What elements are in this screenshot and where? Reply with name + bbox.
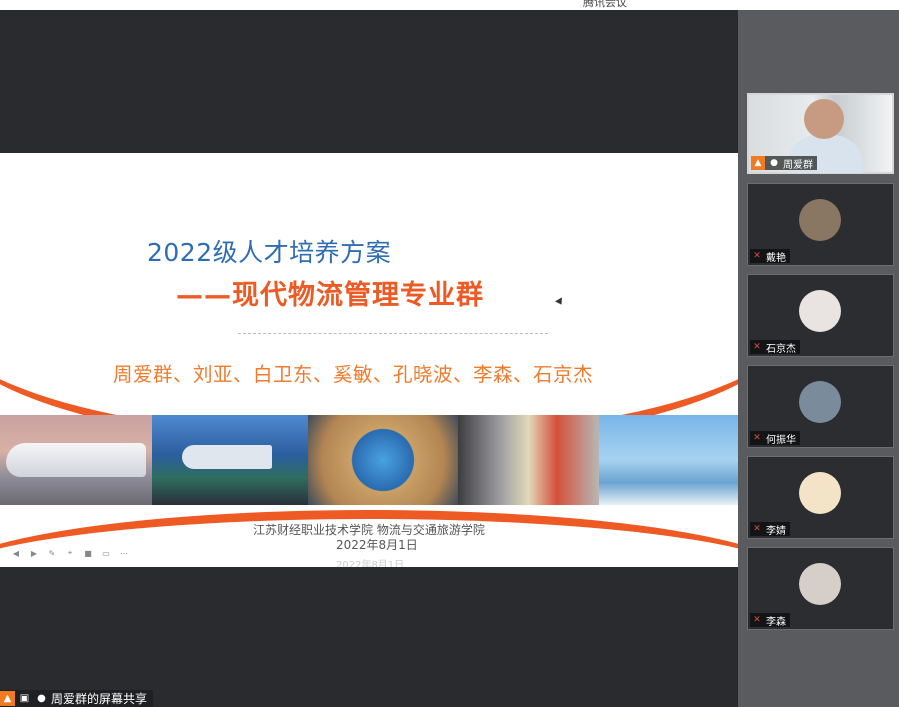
participant-name: 何振华 bbox=[766, 434, 796, 446]
mic-muted-icon: ✕ bbox=[753, 615, 761, 625]
prev-icon[interactable]: ◀ bbox=[10, 548, 22, 558]
participant-tile[interactable]: ✕ 李婧 bbox=[747, 456, 894, 539]
subtitle-icon[interactable]: ▭ bbox=[100, 548, 112, 558]
screen-share-icon: ▣ bbox=[19, 693, 30, 704]
screen-share-indicator[interactable]: ▲ ▣ ● 周爱群的屏幕共享 bbox=[0, 690, 154, 707]
participant-tile[interactable]: ✕ 戴艳 bbox=[747, 183, 894, 266]
participant-tile[interactable]: ✕ 李森 bbox=[747, 547, 894, 630]
participant-name: 周爱群 bbox=[783, 159, 813, 171]
participant-panel: ▲ ● 周爱群 ✕ 戴艳 ✕ 石京杰 ✕ 何振华 ✕ 李婧 ✕ 李森 bbox=[738, 10, 899, 707]
avatar bbox=[799, 199, 841, 241]
participant-name-tag: ✕ 李森 bbox=[750, 613, 790, 628]
participant-name-tag: ✕ 戴艳 bbox=[750, 249, 790, 264]
mic-muted-icon: ✕ bbox=[753, 342, 761, 352]
person-icon: ▲ bbox=[0, 691, 15, 706]
mic-muted-icon: ✕ bbox=[753, 251, 761, 261]
mic-on-icon: ● bbox=[770, 158, 778, 168]
more-icon[interactable]: ⋯ bbox=[118, 548, 130, 558]
participant-name: 李婧 bbox=[766, 525, 786, 537]
mic-muted-icon: ✕ bbox=[753, 433, 761, 443]
slide-date: 2022年8月1日 bbox=[336, 538, 418, 552]
participant-video-tile[interactable]: ▲ ● 周爱群 bbox=[747, 93, 894, 174]
pen-icon[interactable]: ✎ bbox=[46, 548, 58, 558]
world-travel-photo bbox=[599, 415, 738, 505]
participant-tile[interactable]: ✕ 何振华 bbox=[747, 365, 894, 448]
participant-name: 戴艳 bbox=[766, 252, 786, 264]
play-icon[interactable]: ▶ bbox=[28, 548, 40, 558]
slide-date-ghost: 2022年8月1日 bbox=[336, 560, 405, 567]
slide-title: 2022级人才培养方案 bbox=[147, 238, 392, 267]
person-icon: ▲ bbox=[751, 156, 765, 170]
high-speed-train-photo bbox=[0, 415, 152, 505]
participant-name: 石京杰 bbox=[766, 343, 796, 355]
avatar bbox=[799, 290, 841, 332]
avatar bbox=[799, 563, 841, 605]
participant-name-tag: ✕ 李婧 bbox=[750, 522, 790, 537]
window-title: 腾讯会议 bbox=[583, 0, 627, 9]
mouse-cursor-icon bbox=[555, 297, 565, 307]
participant-name-tag: ✕ 石京杰 bbox=[750, 340, 800, 355]
focus-icon[interactable]: ⌖ bbox=[64, 548, 76, 558]
window-title-bar: 腾讯会议 bbox=[0, 0, 899, 10]
presentation-slide: 2022级人才培养方案 ——现代物流管理专业群 周爱群、刘亚、白卫东、奚敏、孔晓… bbox=[0, 153, 738, 567]
participant-name-tag: ▲ ● 周爱群 bbox=[751, 156, 817, 171]
avatar bbox=[799, 381, 841, 423]
subway-train-photo bbox=[458, 415, 599, 505]
slideshow-toolbar: ◀ ▶ ✎ ⌖ ■ ▭ ⋯ bbox=[10, 548, 130, 558]
mic-icon: ● bbox=[37, 693, 46, 704]
logistics-globe-photo bbox=[308, 415, 458, 505]
participant-tile[interactable]: ✕ 石京杰 bbox=[747, 274, 894, 357]
participant-name-tag: ✕ 何振华 bbox=[750, 431, 800, 446]
camera-icon[interactable]: ■ bbox=[82, 548, 94, 558]
participant-name: 李森 bbox=[766, 616, 786, 628]
avatar bbox=[799, 472, 841, 514]
slide-photo-strip bbox=[0, 415, 738, 505]
airplane-photo bbox=[152, 415, 308, 505]
mic-muted-icon: ✕ bbox=[753, 524, 761, 534]
video-face bbox=[804, 99, 844, 139]
slide-divider bbox=[238, 333, 548, 334]
share-label: 周爱群的屏幕共享 bbox=[51, 692, 148, 706]
slide-authors: 周爱群、刘亚、白卫东、奚敏、孔晓波、李森、石京杰 bbox=[113, 363, 594, 386]
slide-subtitle: ——现代物流管理专业群 bbox=[176, 280, 484, 311]
